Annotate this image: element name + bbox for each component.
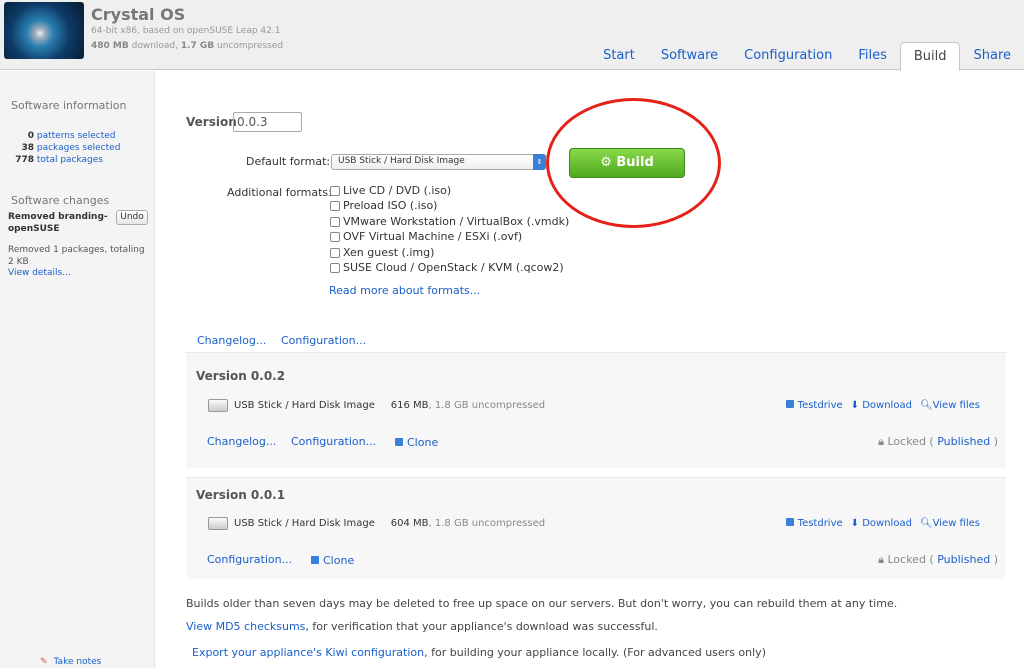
testdrive-link[interactable]: Testdrive <box>785 400 843 411</box>
format-checkbox-iso[interactable]: Live CD / DVD (.iso) <box>330 184 451 197</box>
kiwi-link[interactable]: Export your appliance's Kiwi configurati… <box>192 646 424 659</box>
default-format-select[interactable]: USB Stick / Hard Disk Image ⇕ <box>331 154 546 170</box>
configuration-link[interactable]: Configuration... <box>281 334 366 347</box>
md5-link[interactable]: View MD5 checksums <box>186 620 305 633</box>
take-notes-link[interactable]: ✎ Take notes <box>40 657 101 667</box>
software-changes-title: Software changes <box>11 194 110 207</box>
format-checkbox-preload[interactable]: Preload ISO (.iso) <box>330 199 437 212</box>
testdrive-link[interactable]: Testdrive <box>785 518 843 529</box>
format-checkbox-ovf[interactable]: OVF Virtual Machine / ESXi (.ovf) <box>330 230 522 243</box>
read-more-formats-link[interactable]: Read more about formats... <box>329 284 480 297</box>
change-desc: Removed 1 packages, totaling 2 KB <box>8 245 145 267</box>
published-link[interactable]: Published <box>937 435 990 448</box>
software-info-title: Software information <box>11 99 127 112</box>
play-icon <box>785 518 794 526</box>
configuration-link[interactable]: Configuration... <box>207 553 292 566</box>
format-checkbox-vmdk[interactable]: VMware Workstation / VirtualBox (.vmdk) <box>330 215 569 228</box>
pencil-icon: ✎ <box>40 657 48 667</box>
disk-icon <box>208 517 228 530</box>
builds-note: Builds older than seven days may be dele… <box>186 597 898 610</box>
locked-status: 🔒︎ Locked ( Published ) <box>878 553 998 566</box>
version-input[interactable]: 0.0.3 <box>233 112 302 132</box>
download-link[interactable]: ⬇ Download <box>851 518 912 529</box>
lock-icon: 🔒︎ <box>878 435 884 448</box>
clone-link[interactable]: Clone <box>311 554 354 567</box>
tab-software[interactable]: Software <box>648 42 731 70</box>
change-name: Removed branding-openSUSE <box>8 212 108 234</box>
default-format-label: Default format: <box>246 155 331 168</box>
md5-note: View MD5 checksums, for verification tha… <box>186 620 658 633</box>
version-panel-001: Version 0.0.1 USB Stick / Hard Disk Imag… <box>186 477 1006 579</box>
appliance-title: Crystal OS <box>91 5 186 24</box>
clone-link[interactable]: Clone <box>395 436 438 449</box>
tab-start[interactable]: Start <box>590 42 648 70</box>
clone-icon <box>311 556 319 564</box>
locked-status: 🔒︎ Locked ( Published ) <box>878 435 998 448</box>
version-title: Version 0.0.2 <box>196 369 286 383</box>
download-link[interactable]: ⬇ Download <box>851 400 912 411</box>
undo-button[interactable]: Undo <box>116 210 148 225</box>
configuration-link[interactable]: Configuration... <box>291 435 376 448</box>
header: Crystal OS 64-bit x86, based on openSUSE… <box>0 0 1024 71</box>
clone-icon <box>395 438 403 446</box>
appliance-size: 480 MB download, 1.7 GB uncompressed <box>91 41 284 51</box>
format-checkbox-qcow2[interactable]: SUSE Cloud / OpenStack / KVM (.qcow2) <box>330 261 564 274</box>
sidebar: Software information 0 patterns selected… <box>0 71 155 668</box>
main-tabs: Start Software Configuration Files Build… <box>590 42 1024 71</box>
changelog-link[interactable]: Changelog... <box>207 435 276 448</box>
kiwi-note: Export your appliance's Kiwi configurati… <box>192 646 766 659</box>
lock-icon: 🔒︎ <box>878 553 884 566</box>
highlight-circle <box>546 98 721 228</box>
image-row: USB Stick / Hard Disk Image 604 MB, 1.8 … <box>208 517 545 530</box>
image-row: USB Stick / Hard Disk Image 616 MB, 1.8 … <box>208 399 545 412</box>
published-link[interactable]: Published <box>937 553 990 566</box>
disk-icon <box>208 399 228 412</box>
tab-build[interactable]: Build <box>899 42 961 71</box>
version-panel-002: Version 0.0.2 USB Stick / Hard Disk Imag… <box>186 352 1006 468</box>
version-label: Version <box>186 115 237 129</box>
select-arrows-icon: ⇕ <box>533 154 546 170</box>
view-details-link[interactable]: View details... <box>8 268 71 278</box>
play-icon <box>785 400 794 408</box>
tab-configuration[interactable]: Configuration <box>731 42 845 70</box>
additional-formats-label: Additional formats: <box>227 186 332 199</box>
view-files-link[interactable]: 🔍︎View files <box>920 400 980 411</box>
format-checkbox-xen[interactable]: Xen guest (.img) <box>330 246 434 259</box>
appliance-subtitle: 64-bit x86, based on openSUSE Leap 42.1 <box>91 26 281 36</box>
appliance-logo <box>4 2 84 59</box>
version-title: Version 0.0.1 <box>196 488 286 502</box>
stat-total[interactable]: 778 total packages <box>0 155 150 165</box>
tab-files[interactable]: Files <box>845 42 900 70</box>
changelog-link[interactable]: Changelog... <box>197 334 266 347</box>
tab-share[interactable]: Share <box>960 42 1024 70</box>
view-files-link[interactable]: 🔍︎View files <box>920 518 980 529</box>
stat-packages[interactable]: 38 packages selected <box>0 143 150 153</box>
stat-patterns[interactable]: 0 patterns selected <box>0 131 150 141</box>
